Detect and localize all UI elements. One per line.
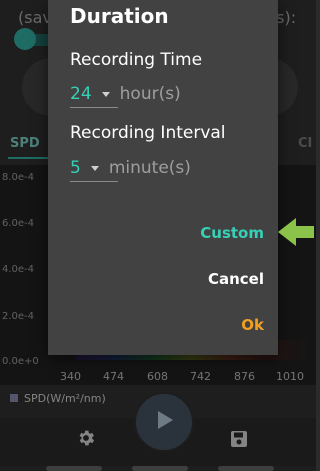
recording-time-value: 24 <box>70 84 92 104</box>
recording-interval-value: 5 <box>70 158 81 178</box>
recording-interval-unit: minute(s) <box>108 158 191 178</box>
ok-button[interactable]: Ok <box>241 316 264 334</box>
recording-interval-underline <box>70 181 118 182</box>
arrow-icon <box>278 218 314 246</box>
recording-time-label: Recording Time <box>70 50 203 70</box>
recording-interval-select[interactable]: 5 minute(s) <box>70 156 191 180</box>
chevron-down-icon <box>101 91 110 97</box>
dialog-title: Duration <box>70 4 169 28</box>
chevron-down-icon <box>90 165 99 171</box>
recording-interval-label: Recording Interval <box>70 123 226 143</box>
duration-dialog: Duration Recording Time 24 hour(s) Recor… <box>48 0 278 355</box>
recording-time-select[interactable]: 24 hour(s) <box>70 82 181 106</box>
recording-time-underline <box>70 107 118 108</box>
cancel-button[interactable]: Cancel <box>208 270 264 288</box>
recording-time-unit: hour(s) <box>119 84 181 104</box>
custom-button[interactable]: Custom <box>200 224 264 242</box>
